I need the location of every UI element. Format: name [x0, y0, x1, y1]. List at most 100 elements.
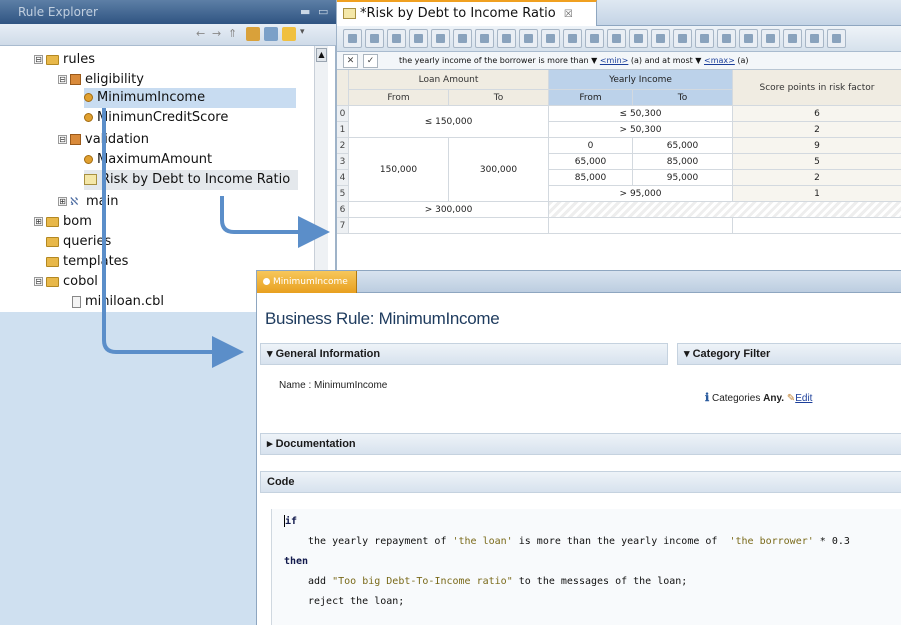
collapse-toggle-icon[interactable]: ⊟: [58, 135, 67, 144]
table-cell-income-from[interactable]: 85,000: [549, 170, 633, 186]
move-up-icon[interactable]: [739, 29, 758, 48]
tree-item-miniloan[interactable]: miniloan.cbl: [72, 292, 164, 312]
table-cell-loan-from[interactable]: 150,000: [349, 138, 449, 202]
tree-item-validation[interactable]: ⊟ validation: [58, 130, 149, 150]
table-cell-loan[interactable]: [349, 218, 549, 234]
subheader-income-from[interactable]: From: [549, 90, 633, 106]
table-cell-income[interactable]: [549, 218, 733, 234]
apply-icon[interactable]: ✓: [363, 54, 378, 68]
tree-item-maximumamount[interactable]: MaximumAmount: [84, 150, 212, 170]
table-cell-loan[interactable]: ≤ 150,000: [349, 106, 549, 138]
column-properties-icon[interactable]: [783, 29, 802, 48]
table-cell-score[interactable]: 5: [733, 154, 901, 170]
expand-toggle-icon[interactable]: ⊞: [34, 217, 43, 226]
tree-item-bom[interactable]: ⊞ bom: [34, 212, 92, 232]
insert-row-icon[interactable]: [695, 29, 714, 48]
check-icon[interactable]: [563, 29, 582, 48]
split-icon[interactable]: [497, 29, 516, 48]
collapse-toggle-icon[interactable]: ⊟: [58, 75, 67, 84]
column-header-score[interactable]: Score points in risk factor: [733, 70, 901, 106]
expand-toggle-icon[interactable]: ⊞: [58, 197, 67, 206]
table-cell-loan-to[interactable]: 300,000: [449, 138, 549, 202]
table-cell-score[interactable]: 2: [733, 122, 901, 138]
cycle-icon[interactable]: [673, 29, 692, 48]
row-number[interactable]: 3: [337, 154, 349, 170]
row-number[interactable]: 4: [337, 170, 349, 186]
tree-item-eligibility[interactable]: ⊟ eligibility: [58, 70, 144, 90]
minimize-icon[interactable]: ▬: [300, 0, 310, 24]
table-cell-income-from[interactable]: 0: [549, 138, 633, 154]
table-cell-score[interactable]: 1: [733, 186, 901, 202]
up-icon[interactable]: ⇑: [228, 27, 242, 41]
max-placeholder[interactable]: <max>: [704, 56, 735, 65]
column-icon[interactable]: [387, 29, 406, 48]
condition-editor[interactable]: ✕ ✓ the yearly income of the borrower is…: [337, 52, 901, 70]
more-icon[interactable]: [827, 29, 846, 48]
table-cell-loan[interactable]: > 300,000: [349, 202, 549, 218]
close-tab-icon[interactable]: ☒: [564, 9, 573, 20]
table-cell-score[interactable]: 9: [733, 138, 901, 154]
table-cell-income-from[interactable]: 65,000: [549, 154, 633, 170]
documentation-section[interactable]: ▸ Documentation: [260, 433, 901, 455]
tree-item-risk-table[interactable]: Risk by Debt to Income Ratio: [84, 170, 298, 190]
delete-column-icon[interactable]: [453, 29, 472, 48]
table-cell-score[interactable]: [733, 218, 901, 234]
tree-item-main[interactable]: ⊞ ℵ main: [58, 192, 118, 212]
table-cell-empty[interactable]: [549, 202, 901, 218]
tree-item-rules[interactable]: ⊟ rules: [34, 50, 95, 70]
table-properties-icon[interactable]: [805, 29, 824, 48]
gap-icon[interactable]: [607, 29, 626, 48]
insert-column-left-icon[interactable]: [409, 29, 428, 48]
edit-icon[interactable]: [343, 29, 362, 48]
table-cell-income[interactable]: > 50,300: [549, 122, 733, 138]
collapse-toggle-icon[interactable]: ⊟: [34, 55, 43, 64]
move-down-icon[interactable]: [761, 29, 780, 48]
min-placeholder[interactable]: <min>: [600, 56, 629, 65]
general-info-section[interactable]: ▾ General Information: [260, 343, 668, 365]
insert-column-right-icon[interactable]: [431, 29, 450, 48]
row-number[interactable]: 1: [337, 122, 349, 138]
row-number[interactable]: 0: [337, 106, 349, 122]
tab-minimumincome[interactable]: MinimumIncome ✕: [257, 271, 357, 309]
expand-icon[interactable]: [629, 29, 648, 48]
forward-icon[interactable]: →: [212, 27, 226, 41]
cancel-icon[interactable]: ✕: [343, 54, 358, 68]
close-tab-icon[interactable]: ✕: [267, 299, 275, 309]
link-editor-icon[interactable]: [264, 27, 278, 41]
subheader-loan-from[interactable]: From: [349, 90, 449, 106]
tree-item-minimuncreditscore[interactable]: MinimunCreditScore: [84, 108, 228, 128]
filter-icon[interactable]: [541, 29, 560, 48]
row-number[interactable]: 7: [337, 218, 349, 234]
subheader-income-to[interactable]: To: [633, 90, 733, 106]
table-cell-income-to[interactable]: 85,000: [633, 154, 733, 170]
column-header-yearly-income[interactable]: Yearly Income: [549, 70, 733, 90]
new-item-icon[interactable]: [282, 27, 296, 41]
back-icon[interactable]: ←: [196, 27, 210, 41]
table-cell-income-to[interactable]: 95,000: [633, 170, 733, 186]
view-menu-icon[interactable]: ▾: [300, 27, 314, 41]
edit-link[interactable]: Edit: [795, 393, 812, 404]
tree-item-minimumincome[interactable]: MinimumIncome: [84, 88, 296, 108]
collapse-toggle-icon[interactable]: ⊟: [34, 277, 43, 286]
collapse-all-icon[interactable]: [246, 27, 260, 41]
overlap-icon[interactable]: [585, 29, 604, 48]
subheader-loan-to[interactable]: To: [449, 90, 549, 106]
lock-icon[interactable]: [365, 29, 384, 48]
tab-risk-table[interactable]: *Risk by Debt to Income Ratio ☒: [337, 0, 597, 26]
scroll-up-icon[interactable]: ▲: [316, 48, 327, 62]
category-filter-section[interactable]: ▾ Category Filter: [677, 343, 901, 365]
maximize-icon[interactable]: ▭: [318, 0, 328, 24]
condition-text[interactable]: the yearly income of the borrower is mor…: [399, 52, 749, 70]
tree-item-cobol[interactable]: ⊟ cobol: [34, 272, 98, 292]
table-cell-income[interactable]: > 95,000: [549, 186, 733, 202]
collapse-icon[interactable]: [651, 29, 670, 48]
row-number[interactable]: 6: [337, 202, 349, 218]
row-number[interactable]: 2: [337, 138, 349, 154]
table-cell-income[interactable]: ≤ 50,300: [549, 106, 733, 122]
table-cell-score[interactable]: 2: [733, 170, 901, 186]
delete-row-icon[interactable]: [717, 29, 736, 48]
row-number[interactable]: 5: [337, 186, 349, 202]
tree-item-templates[interactable]: templates: [46, 252, 128, 272]
merge-icon[interactable]: [475, 29, 494, 48]
code-editor[interactable]: if the yearly repayment of 'the loan' is…: [271, 509, 901, 625]
